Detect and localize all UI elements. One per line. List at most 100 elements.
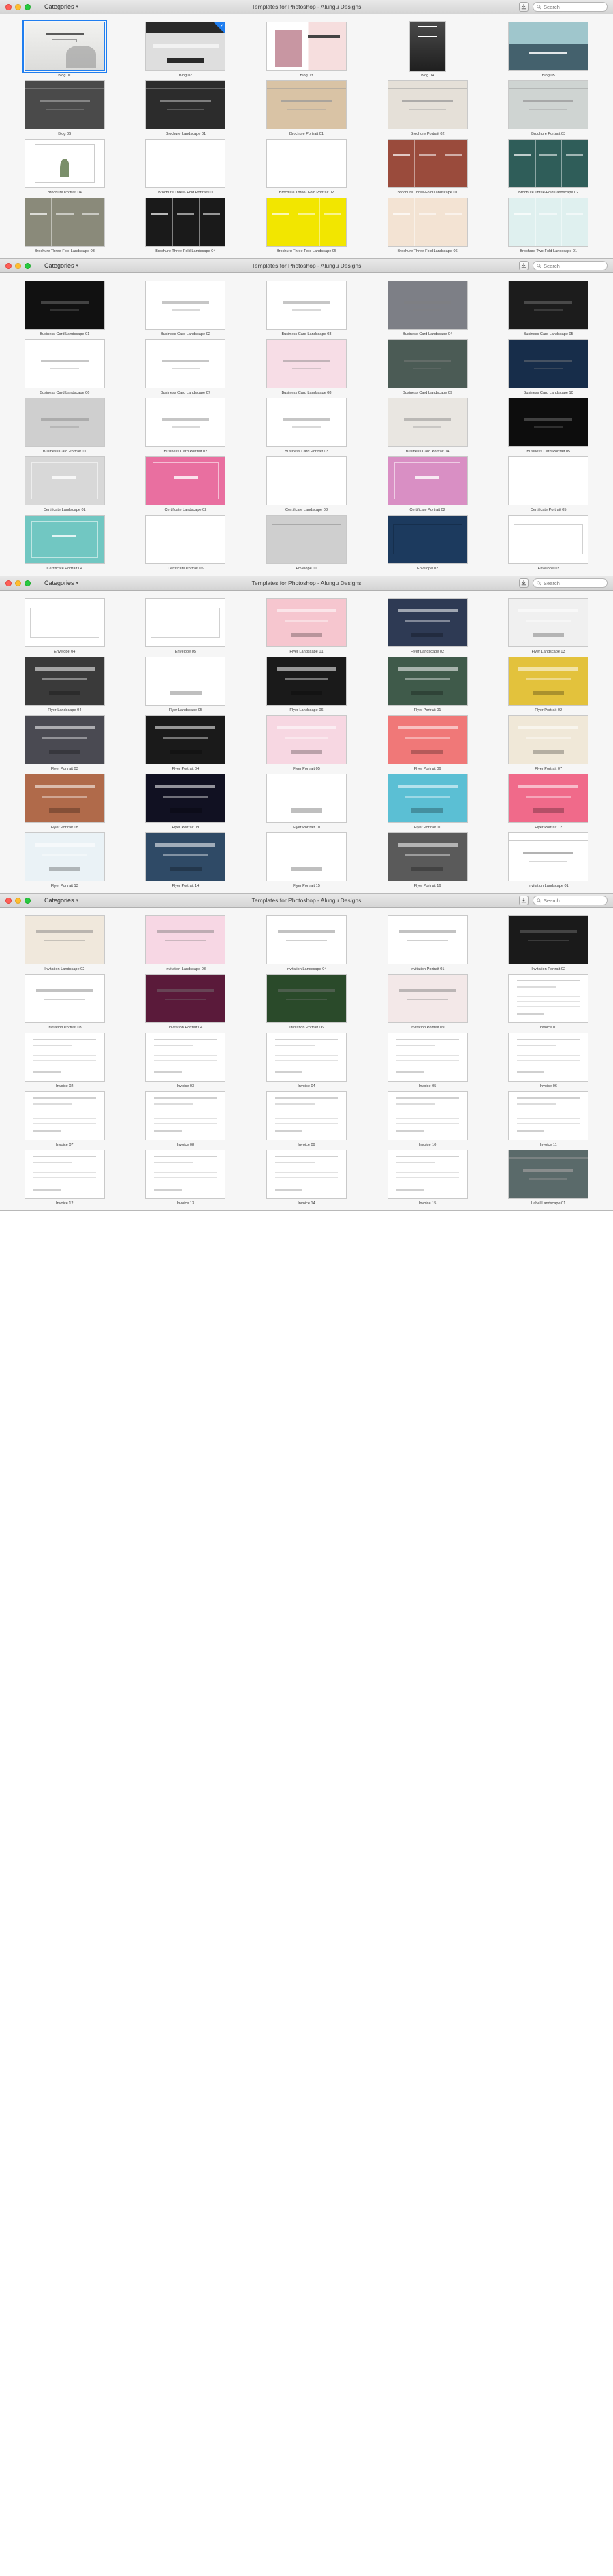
template-item[interactable]: Business Card Portrait 01 [5, 397, 124, 454]
thumbnail-wrapper[interactable] [16, 20, 113, 73]
thumbnail-wrapper[interactable] [379, 397, 476, 447]
thumbnail-wrapper[interactable] [16, 138, 113, 189]
template-thumbnail[interactable] [24, 1091, 105, 1140]
window-controls[interactable] [0, 262, 31, 269]
template-item[interactable]: Flyer Portrait 05 [247, 714, 366, 772]
template-item[interactable]: Flyer Portrait 04 [127, 714, 245, 772]
template-thumbnail[interactable] [145, 657, 226, 706]
template-thumbnail[interactable] [24, 1150, 105, 1199]
thumbnail-wrapper[interactable] [379, 339, 476, 389]
thumbnail-wrapper[interactable] [379, 197, 476, 247]
template-item[interactable]: Business Card Portrait 03 [247, 397, 366, 454]
zoom-button[interactable] [25, 3, 31, 10]
template-item[interactable]: Certificate Landscape 03 [247, 456, 366, 513]
template-item[interactable]: Flyer Portrait 11 [368, 773, 487, 830]
thumbnail-wrapper[interactable] [16, 714, 113, 765]
template-item[interactable]: Invoice 12 [5, 1149, 124, 1206]
template-thumbnail[interactable] [145, 1091, 226, 1140]
window-controls[interactable] [0, 580, 31, 586]
template-item[interactable]: Brochure Portrait 01 [247, 80, 366, 137]
template-thumbnail[interactable] [266, 198, 347, 247]
template-thumbnail[interactable] [266, 398, 347, 447]
thumbnail-wrapper[interactable] [500, 1149, 597, 1199]
thumbnail-wrapper[interactable] [379, 1090, 476, 1141]
template-item[interactable]: Invoice 09 [247, 1090, 366, 1148]
template-item[interactable]: Flyer Landscape 03 [489, 597, 608, 655]
template-item[interactable]: Flyer Landscape 01 [247, 597, 366, 655]
template-thumbnail[interactable] [508, 281, 589, 330]
template-thumbnail[interactable] [508, 974, 589, 1023]
template-item[interactable]: Brochure Two-Fold Landscape 01 [489, 197, 608, 254]
thumbnail-wrapper[interactable] [137, 1090, 234, 1141]
template-thumbnail[interactable] [266, 715, 347, 764]
thumbnail-wrapper[interactable] [137, 973, 234, 1024]
template-thumbnail[interactable] [24, 456, 105, 505]
template-item[interactable]: Brochure Three-Fold Landscape 05 [247, 197, 366, 254]
thumbnail-wrapper[interactable] [379, 138, 476, 189]
thumbnail-wrapper[interactable] [500, 80, 597, 130]
thumbnail-wrapper[interactable] [16, 1090, 113, 1141]
thumbnail-wrapper[interactable] [137, 197, 234, 247]
template-item[interactable]: Brochure Portrait 02 [368, 80, 487, 137]
template-thumbnail[interactable] [508, 139, 589, 188]
thumbnail-wrapper[interactable] [500, 597, 597, 648]
thumbnail-wrapper[interactable] [500, 832, 597, 882]
template-item[interactable]: Brochure Three-Fold Landscape 04 [127, 197, 245, 254]
template-thumbnail[interactable] [24, 774, 105, 823]
template-item[interactable]: Invoice 06 [489, 1032, 608, 1089]
thumbnail-wrapper[interactable] [16, 197, 113, 247]
thumbnail-wrapper[interactable] [379, 773, 476, 823]
search-field[interactable] [533, 2, 608, 12]
template-item[interactable]: Business Card Landscape 05 [489, 280, 608, 337]
template-thumbnail[interactable] [145, 832, 226, 881]
template-item[interactable]: Flyer Portrait 01 [368, 656, 487, 713]
template-thumbnail[interactable] [145, 1033, 226, 1082]
thumbnail-wrapper[interactable] [500, 339, 597, 389]
thumbnail-wrapper[interactable] [500, 21, 597, 72]
template-thumbnail[interactable] [508, 515, 589, 564]
template-thumbnail[interactable] [508, 657, 589, 706]
thumbnail-wrapper[interactable] [137, 773, 234, 823]
template-thumbnail[interactable] [266, 832, 347, 881]
template-thumbnail[interactable] [387, 915, 468, 964]
thumbnail-wrapper[interactable] [258, 197, 355, 247]
template-item[interactable]: Flyer Portrait 03 [5, 714, 124, 772]
thumbnail-wrapper[interactable] [258, 80, 355, 130]
template-thumbnail[interactable] [508, 198, 589, 247]
close-button[interactable] [5, 580, 12, 586]
thumbnail-wrapper[interactable] [379, 280, 476, 330]
template-thumbnail[interactable] [508, 832, 589, 881]
thumbnail-wrapper[interactable] [500, 656, 597, 706]
thumbnail-wrapper[interactable] [137, 280, 234, 330]
template-item[interactable]: Invitation Landscape 04 [247, 915, 366, 972]
thumbnail-wrapper[interactable] [16, 280, 113, 330]
thumbnail-wrapper[interactable] [379, 514, 476, 565]
template-thumbnail[interactable] [508, 80, 589, 129]
thumbnail-wrapper[interactable] [379, 656, 476, 706]
template-thumbnail[interactable] [145, 515, 226, 564]
template-thumbnail[interactable] [266, 139, 347, 188]
template-item[interactable]: Business Card Landscape 01 [5, 280, 124, 337]
template-thumbnail[interactable] [387, 1033, 468, 1082]
template-item[interactable]: Brochure Three-Fold Landscape 03 [5, 197, 124, 254]
template-thumbnail[interactable] [22, 20, 107, 73]
template-item[interactable]: Invitation Portrait 09 [368, 973, 487, 1031]
template-thumbnail[interactable] [266, 657, 347, 706]
download-button[interactable] [519, 261, 529, 270]
template-thumbnail[interactable] [266, 1091, 347, 1140]
template-item[interactable]: Label Landscape 01 [489, 1149, 608, 1206]
template-thumbnail[interactable] [508, 1033, 589, 1082]
template-thumbnail[interactable] [387, 832, 468, 881]
template-item[interactable]: Business Card Landscape 03 [247, 280, 366, 337]
template-thumbnail[interactable] [266, 1150, 347, 1199]
close-button[interactable] [5, 897, 12, 904]
zoom-button[interactable] [25, 580, 31, 586]
template-thumbnail[interactable] [24, 974, 105, 1023]
thumbnail-wrapper[interactable] [379, 832, 476, 882]
template-thumbnail[interactable] [387, 1150, 468, 1199]
thumbnail-wrapper[interactable] [137, 397, 234, 447]
minimize-button[interactable] [15, 3, 21, 10]
template-item[interactable]: Certificate Portrait 05 [127, 514, 245, 571]
template-thumbnail[interactable] [387, 774, 468, 823]
template-item[interactable]: Invoice 08 [127, 1090, 245, 1148]
